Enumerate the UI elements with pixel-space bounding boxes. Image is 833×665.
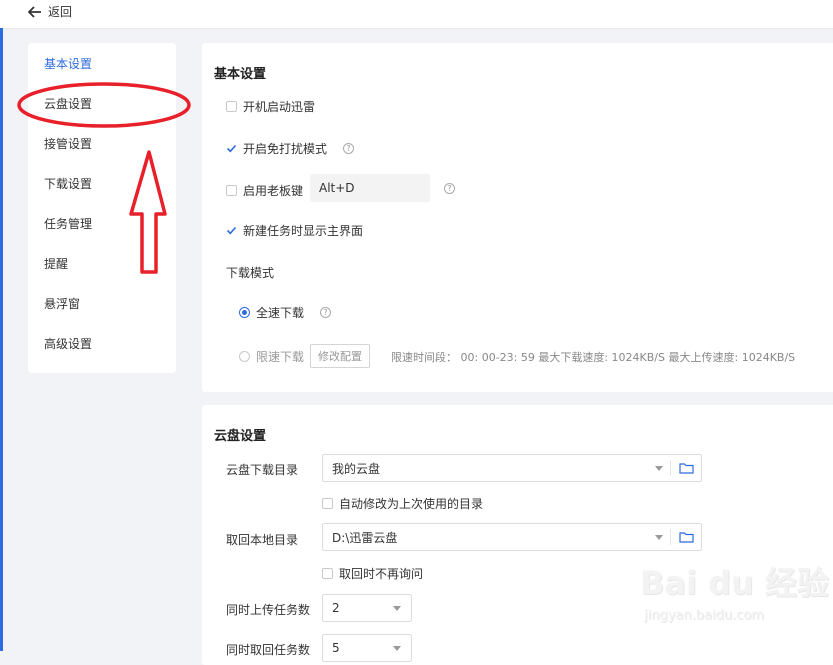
divider [670,529,671,545]
upload-tasks-label: 同时上传任务数 [226,603,311,617]
auto-modify-label: 自动修改为上次使用的目录 [339,497,484,511]
local-dir-select[interactable]: D:\迅雷云盘 [322,523,702,551]
sidebar-item-takeover[interactable]: 接管设置 [44,135,92,152]
folder-icon[interactable] [679,531,694,546]
help-icon[interactable]: ? [444,183,455,194]
section-title-basic: 基本设置 [214,67,267,82]
download-mode-label: 下载模式 [226,266,275,280]
local-dir-value: D:\迅雷云盘 [332,530,398,545]
settings-sidebar: 基本设置 云盘设置 接管设置 下载设置 任务管理 提醒 悬浮窗 高级设置 [28,43,176,373]
fullspeed-radio[interactable] [239,307,250,318]
no-ask-checkbox[interactable] [322,568,333,579]
window-edge [0,28,3,651]
sidebar-item-advanced[interactable]: 高级设置 [44,335,92,352]
chevron-down-icon [393,606,401,611]
no-ask-label: 取回时不再询问 [339,567,424,581]
sidebar-item-download[interactable]: 下载设置 [44,175,92,192]
limited-label: 限速下载 [256,349,305,364]
bosskey-row: 启用老板键 [226,182,303,199]
baidu-jingyan-watermark: Bai du 经验 jingyan.baidu.com [640,558,830,638]
upload-tasks-value: 2 [332,601,340,615]
cloud-download-dir-value: 我的云盘 [332,461,381,476]
showmain-label: 新建任务时显示主界面 [243,224,364,238]
fetch-tasks-label: 同时取回任务数 [226,643,311,657]
nodisturb-checkbox[interactable] [226,143,237,154]
no-ask-row: 取回时不再询问 [322,565,423,582]
bosskey-label: 启用老板键 [243,184,304,198]
divider [670,460,671,476]
fetch-tasks-value: 5 [332,641,340,655]
top-bar: 返回 [0,0,833,29]
fullspeed-label: 全速下载 [256,306,305,320]
chevron-down-icon [655,535,663,540]
basic-settings-panel: 基本设置 开机启动迅雷 开启免打扰模式 ? 启用老板键 Alt+D ? 新建任务… [202,43,833,392]
chevron-down-icon [393,646,401,651]
local-dir-label: 取回本地目录 [226,533,299,547]
cloud-download-dir-select[interactable]: 我的云盘 [322,454,702,482]
auto-modify-checkbox[interactable] [322,498,333,509]
folder-icon[interactable] [679,462,694,477]
arrow-left-icon [28,5,42,18]
modify-config-button[interactable]: 修改配置 [310,344,371,368]
sidebar-item-basic[interactable]: 基本设置 [44,55,92,72]
back-label: 返回 [48,5,73,19]
autostart-label: 开机启动迅雷 [243,100,316,114]
showmain-checkbox[interactable] [226,225,237,236]
limited-row: 限速下载 修改配置 [239,344,371,368]
nodisturb-row: 开启免打扰模式 ? [226,140,355,157]
help-icon[interactable]: ? [320,307,332,318]
section-title-cloud: 云盘设置 [214,429,267,444]
watermark-site: jingyan.baidu.com [644,608,764,623]
fetch-tasks-select[interactable]: 5 [322,634,412,662]
sidebar-item-tasks[interactable]: 任务管理 [44,215,92,232]
autostart-checkbox[interactable] [226,101,237,112]
sidebar-item-cloud[interactable]: 云盘设置 [44,95,92,112]
sidebar-item-reminder[interactable]: 提醒 [44,255,68,272]
fullspeed-row: 全速下载 ? [239,304,332,321]
cloud-download-dir-label: 云盘下载目录 [226,463,299,477]
chevron-down-icon [655,466,663,471]
speed-limit-info: 限速时间段： 00: 00-23: 59 最大下载速度: 1024KB/S 最大… [391,351,796,364]
watermark-logo: Bai du 经验 [640,564,829,602]
auto-modify-row: 自动修改为上次使用的目录 [322,495,483,512]
bosskey-input[interactable]: Alt+D [310,174,430,202]
nodisturb-label: 开启免打扰模式 [243,142,328,156]
autostart-row: 开机启动迅雷 [226,98,315,115]
upload-tasks-select[interactable]: 2 [322,594,412,622]
help-icon[interactable]: ? [343,143,355,154]
sidebar-item-float-window[interactable]: 悬浮窗 [44,295,80,312]
back-button[interactable]: 返回 [28,3,72,20]
bosskey-checkbox[interactable] [226,185,237,196]
showmain-row: 新建任务时显示主界面 [226,222,363,239]
limited-radio[interactable] [239,350,250,362]
